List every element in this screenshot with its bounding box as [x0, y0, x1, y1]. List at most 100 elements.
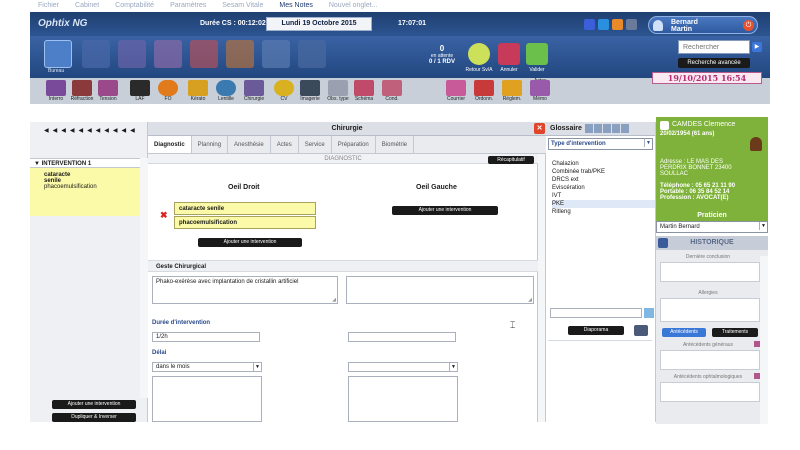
- glossary-tool-icon[interactable]: [602, 123, 611, 133]
- obs-type-icon[interactable]: [328, 80, 348, 96]
- menu-fichier[interactable]: Fichier: [30, 0, 67, 12]
- delai-left-select[interactable]: ▼: [348, 362, 458, 372]
- lentille-icon[interactable]: [216, 80, 236, 96]
- duree-left-input[interactable]: [348, 332, 456, 342]
- diagnosis-tag-phaco[interactable]: phacoemulsification: [174, 216, 316, 229]
- last-conclusion-box[interactable]: [660, 262, 760, 282]
- list-item[interactable]: DRCS ext: [552, 176, 655, 184]
- refraction-icon[interactable]: [72, 80, 92, 96]
- imagerie-icon[interactable]: [300, 80, 320, 96]
- memo-icon[interactable]: [530, 80, 550, 96]
- traitements-button[interactable]: Traitements: [712, 328, 758, 337]
- add-intervention-button[interactable]: Ajouter une intervention: [52, 400, 136, 409]
- geste-right-textarea[interactable]: Phako-exérèse avec implantation de crist…: [152, 276, 338, 304]
- delai-right-select[interactable]: dans le mois ▼: [152, 362, 262, 372]
- monitor-icon[interactable]: [634, 325, 648, 336]
- close-icon[interactable]: ✕: [534, 123, 545, 134]
- reglement-icon[interactable]: [502, 80, 522, 96]
- menu-parametres[interactable]: Paramètres: [162, 0, 214, 12]
- duplicate-invert-button[interactable]: Dupliquer & Inverser: [52, 413, 136, 422]
- add-intervention-left-button[interactable]: Ajouter une intervention: [392, 206, 498, 215]
- intervention-card[interactable]: cataracte senile phacoemulsification: [30, 168, 147, 216]
- document-icon[interactable]: [190, 40, 218, 68]
- patient-icon[interactable]: [118, 40, 146, 68]
- cv-icon[interactable]: [274, 80, 294, 96]
- list-item[interactable]: IVT: [552, 192, 655, 200]
- center-scrollbar[interactable]: [538, 154, 546, 422]
- allergies-box[interactable]: [660, 298, 760, 322]
- ophthalmo-history-box[interactable]: [660, 382, 760, 402]
- waiting-room-indicator[interactable]: 0 en attente 0 / 1 RDV: [422, 44, 462, 65]
- intervention-header[interactable]: ▼ INTERVENTION 1: [30, 158, 147, 168]
- bureau-icon[interactable]: [44, 40, 72, 68]
- history-icon[interactable]: [658, 238, 668, 248]
- annuler-icon[interactable]: [498, 43, 520, 65]
- list-item[interactable]: Eviscération: [552, 184, 655, 192]
- antecedents-button[interactable]: Antécédents: [662, 328, 706, 337]
- glossary-input[interactable]: [550, 308, 642, 318]
- glossary-tool-icon[interactable]: [593, 123, 602, 133]
- refresh-icon[interactable]: [598, 19, 609, 30]
- delai-right-notes[interactable]: [152, 376, 262, 422]
- duree-right-input[interactable]: 1/2h: [152, 332, 260, 342]
- user-badge[interactable]: Bernard Martin ⏻: [648, 16, 758, 34]
- diagnosis-tag-cataract[interactable]: cataracte senile: [174, 202, 316, 215]
- valider-icon[interactable]: [526, 43, 548, 65]
- glossary-type-select[interactable]: Type d'intervention ▼: [548, 138, 653, 150]
- logout-icon[interactable]: ⏻: [743, 20, 754, 31]
- tab-biometrie[interactable]: Biométrie: [376, 136, 415, 153]
- alert-icon[interactable]: [612, 19, 623, 30]
- resize-grip-icon[interactable]: ◢: [332, 297, 336, 303]
- recap-button[interactable]: Récapitulatif: [488, 156, 534, 164]
- glossary-add-icon[interactable]: [644, 308, 654, 318]
- schema-icon[interactable]: [354, 80, 374, 96]
- resize-grip-icon[interactable]: ◢: [528, 297, 532, 303]
- consult-icon[interactable]: [154, 40, 182, 68]
- menu-mes-notes[interactable]: Mes Notes: [271, 0, 320, 12]
- agenda-icon[interactable]: [82, 40, 110, 68]
- kerato-icon[interactable]: [188, 80, 208, 96]
- left-scrollbar[interactable]: [140, 158, 148, 398]
- tab-service[interactable]: Service: [299, 136, 332, 153]
- delai-left-notes[interactable]: [348, 376, 458, 422]
- search-icon[interactable]: ▶: [752, 42, 762, 52]
- glossary-tool-icon[interactable]: [620, 123, 629, 133]
- menu-comptabilite[interactable]: Comptabilité: [107, 0, 162, 12]
- advanced-search-button[interactable]: Recherche avancée: [678, 58, 750, 68]
- laf-icon[interactable]: [130, 80, 150, 96]
- add-intervention-right-button[interactable]: Ajouter une intervention: [198, 238, 302, 247]
- cond-icon[interactable]: [382, 80, 402, 96]
- chirurgie-icon[interactable]: [244, 80, 264, 96]
- tab-diagnostic[interactable]: Diagnostic: [148, 136, 192, 153]
- search-input[interactable]: [678, 40, 750, 54]
- monitor-icon[interactable]: [584, 19, 595, 30]
- settings-icon[interactable]: [626, 19, 637, 30]
- list-item[interactable]: Combinée trab/PKE: [552, 168, 655, 176]
- fo-icon[interactable]: [158, 80, 178, 96]
- praticien-select[interactable]: Martin Bernard ▼: [656, 221, 768, 233]
- list-item[interactable]: Ritleng: [552, 208, 655, 216]
- courrier-icon[interactable]: [446, 80, 466, 96]
- list-item[interactable]: Chalazion: [552, 160, 655, 168]
- left-navigation[interactable]: ◀◀◀◀◀◀◀◀◀◀◀: [30, 122, 147, 140]
- glossary-tool-icon[interactable]: [611, 123, 620, 133]
- menu-cabinet[interactable]: Cabinet: [67, 0, 107, 12]
- tab-actes[interactable]: Actes: [271, 136, 299, 153]
- tab-preparation[interactable]: Préparation: [332, 136, 376, 153]
- history-scrollbar[interactable]: [760, 256, 768, 424]
- tension-icon[interactable]: [98, 80, 118, 96]
- menu-sesam-vitale[interactable]: Sesam Vitale: [214, 0, 271, 12]
- tools-icon[interactable]: [298, 40, 326, 68]
- ordonnance-icon[interactable]: [474, 80, 494, 96]
- diaporama-button[interactable]: Diaporama: [568, 326, 624, 335]
- interro-icon[interactable]: [46, 80, 66, 96]
- tab-anesthesie[interactable]: Anesthésie: [228, 136, 271, 153]
- stats-icon[interactable]: [226, 40, 254, 68]
- menu-nouvel-onglet[interactable]: Nouvel onglet...: [321, 0, 386, 12]
- general-history-box[interactable]: [660, 350, 760, 370]
- tab-planning[interactable]: Planning: [192, 136, 229, 153]
- retour-icon[interactable]: [468, 43, 490, 65]
- messaging-icon[interactable]: [262, 40, 290, 68]
- list-item[interactable]: PKE: [552, 200, 655, 208]
- delete-icon[interactable]: ✖: [160, 210, 168, 221]
